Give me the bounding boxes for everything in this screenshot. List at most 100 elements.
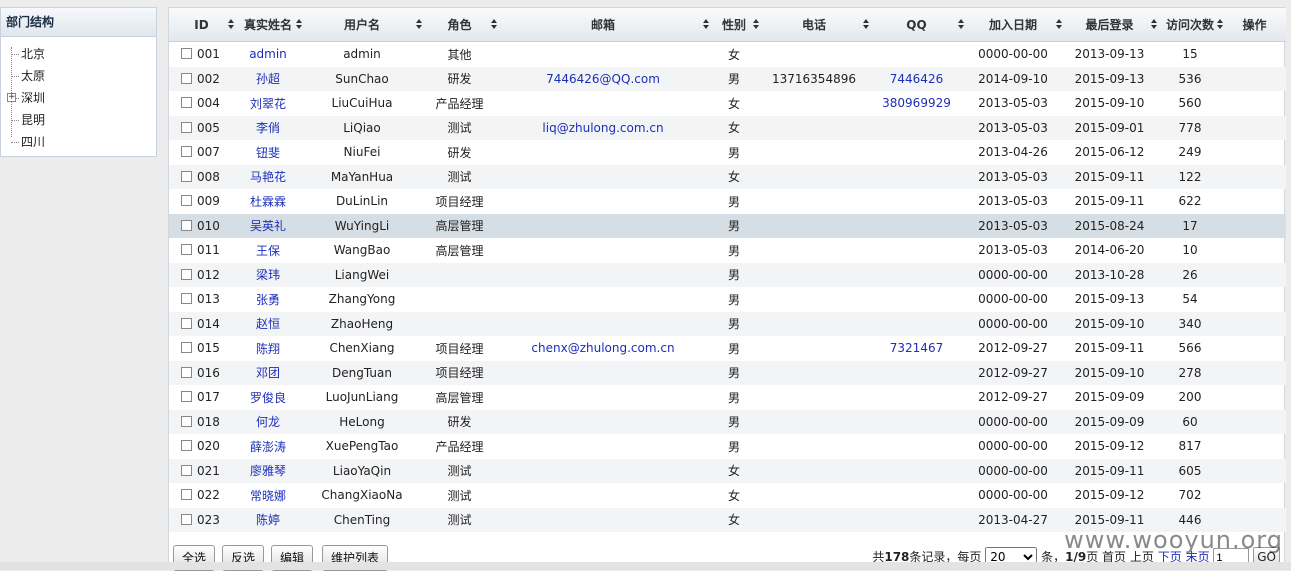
cell-name[interactable]: 吴英礼 bbox=[234, 213, 302, 238]
table-row[interactable]: 008 马艳花 MaYanHua 测试 女 2013-05-03 2015-09-11 122 bbox=[169, 164, 1286, 189]
cell-qq[interactable] bbox=[869, 115, 964, 140]
tree-item[interactable]: 北京 bbox=[11, 43, 156, 65]
table-row[interactable]: 020 薛澎涛 XuePengTao 产品经理 男 0000-00-00 2015-09-1… bbox=[169, 434, 1286, 459]
cell-name-text[interactable]: 陈翔 bbox=[256, 342, 280, 356]
cell-qq[interactable]: 380969929 bbox=[869, 91, 964, 116]
row-checkbox[interactable] bbox=[181, 366, 192, 378]
cell-name[interactable]: 杜霖霖 bbox=[234, 189, 302, 214]
cell-email[interactable]: liq@zhulong.com.cn bbox=[497, 115, 709, 140]
cell-email[interactable] bbox=[497, 507, 709, 532]
row-checkbox[interactable] bbox=[181, 317, 192, 329]
cell-name[interactable]: 梁玮 bbox=[234, 262, 302, 287]
cell-email[interactable] bbox=[497, 434, 709, 459]
cell-qq[interactable] bbox=[869, 164, 964, 189]
cell-name[interactable]: 邓团 bbox=[234, 360, 302, 385]
row-checkbox[interactable] bbox=[181, 342, 192, 354]
cell-name[interactable]: 陈婷 bbox=[234, 507, 302, 532]
cell-name-text[interactable]: 杜霖霖 bbox=[250, 195, 286, 209]
cell-qq[interactable] bbox=[869, 238, 964, 263]
row-checkbox[interactable] bbox=[181, 513, 192, 525]
row-checkbox[interactable] bbox=[181, 464, 192, 476]
table-row[interactable]: 021 廖雅琴 LiaoYaQin 测试 女 0000-00-00 2015-09-11 60… bbox=[169, 458, 1286, 483]
cell-name-text[interactable]: 孙超 bbox=[256, 72, 280, 86]
cell-email[interactable] bbox=[497, 91, 709, 116]
row-checkbox[interactable] bbox=[181, 440, 192, 452]
table-row[interactable]: 012 梁玮 LiangWei 男 0000-00-00 2013-10-28 26 bbox=[169, 262, 1286, 287]
cell-name[interactable]: 王保 bbox=[234, 238, 302, 263]
cell-email[interactable] bbox=[497, 262, 709, 287]
cell-email[interactable] bbox=[497, 483, 709, 508]
column-header[interactable]: 用户名 bbox=[302, 8, 422, 42]
tree-item[interactable]: 太原 bbox=[11, 65, 156, 87]
cell-qq[interactable]: 7446426 bbox=[869, 66, 964, 91]
table-row[interactable]: 004 刘翠花 LiuCuiHua 产品经理 女 380969929 2013-05-03 2… bbox=[169, 91, 1286, 116]
cell-qq[interactable] bbox=[869, 409, 964, 434]
cell-name-text[interactable]: 常晓娜 bbox=[250, 489, 286, 503]
cell-name[interactable]: 张勇 bbox=[234, 287, 302, 312]
row-checkbox[interactable] bbox=[181, 121, 192, 133]
cell-email[interactable] bbox=[497, 409, 709, 434]
cell-qq[interactable] bbox=[869, 287, 964, 312]
column-header[interactable]: 真实姓名 bbox=[234, 8, 302, 42]
cell-name[interactable]: admin bbox=[234, 42, 302, 67]
table-row[interactable]: 016 邓团 DengTuan 项目经理 男 2012-09-27 2015-09-10 27… bbox=[169, 360, 1286, 385]
cell-qq-text[interactable]: 7446426 bbox=[890, 72, 943, 86]
cell-email[interactable] bbox=[497, 42, 709, 67]
cell-email-text[interactable]: liq@zhulong.com.cn bbox=[542, 121, 663, 135]
cell-name[interactable]: 陈翔 bbox=[234, 336, 302, 361]
cell-qq[interactable] bbox=[869, 385, 964, 410]
cell-name-text[interactable]: 王保 bbox=[256, 244, 280, 258]
table-row[interactable]: 014 赵恒 ZhaoHeng 男 0000-00-00 2015-09-10 340 bbox=[169, 311, 1286, 336]
cell-qq[interactable] bbox=[869, 140, 964, 165]
column-header[interactable]: 性别 bbox=[709, 8, 759, 42]
cell-name[interactable]: 常晓娜 bbox=[234, 483, 302, 508]
cell-name[interactable]: 何龙 bbox=[234, 409, 302, 434]
table-row[interactable]: 007 钮斐 NiuFei 研发 男 2013-04-26 2015-06-12 249 bbox=[169, 140, 1286, 165]
table-row[interactable]: 015 陈翔 ChenXiang 项目经理 chenx@zhulong.com.cn 男 7… bbox=[169, 336, 1286, 361]
cell-name[interactable]: 刘翠花 bbox=[234, 91, 302, 116]
table-row[interactable]: 022 常晓娜 ChangXiaoNa 测试 女 0000-00-00 2015-09-12… bbox=[169, 483, 1286, 508]
cell-name-text[interactable]: 李俏 bbox=[256, 121, 280, 135]
cell-qq[interactable] bbox=[869, 458, 964, 483]
tree-item[interactable]: + 深圳 bbox=[7, 87, 156, 109]
table-row[interactable]: 013 张勇 ZhangYong 男 0000-00-00 2015-09-13 54 bbox=[169, 287, 1286, 312]
cell-name-text[interactable]: 薛澎涛 bbox=[250, 440, 286, 454]
cell-name-text[interactable]: 廖雅琴 bbox=[250, 464, 286, 478]
table-row[interactable]: 017 罗俊良 LuoJunLiang 高层管理 男 2012-09-27 2015-09-… bbox=[169, 385, 1286, 410]
cell-name[interactable]: 李俏 bbox=[234, 115, 302, 140]
cell-qq[interactable] bbox=[869, 507, 964, 532]
table-row[interactable]: 005 李俏 LiQiao 测试 liq@zhulong.com.cn 女 2013-05-… bbox=[169, 115, 1286, 140]
cell-name[interactable]: 钮斐 bbox=[234, 140, 302, 165]
cell-email[interactable]: chenx@zhulong.com.cn bbox=[497, 336, 709, 361]
row-checkbox[interactable] bbox=[181, 391, 192, 403]
cell-email[interactable] bbox=[497, 238, 709, 263]
cell-name-text[interactable]: 罗俊良 bbox=[250, 391, 286, 405]
expand-plus-icon[interactable]: + bbox=[7, 93, 16, 102]
row-checkbox[interactable] bbox=[181, 97, 192, 109]
cell-name-text[interactable]: admin bbox=[249, 47, 287, 61]
column-header[interactable]: 角色 bbox=[422, 8, 497, 42]
cell-email-text[interactable]: chenx@zhulong.com.cn bbox=[531, 341, 674, 355]
cell-qq[interactable] bbox=[869, 42, 964, 67]
column-header[interactable]: QQ bbox=[869, 8, 964, 42]
cell-qq-text[interactable]: 7321467 bbox=[890, 341, 943, 355]
column-header[interactable]: 电话 bbox=[759, 8, 869, 42]
row-checkbox[interactable] bbox=[181, 244, 192, 256]
cell-qq[interactable] bbox=[869, 262, 964, 287]
row-checkbox[interactable] bbox=[181, 72, 192, 84]
row-checkbox[interactable] bbox=[181, 293, 192, 305]
row-checkbox[interactable] bbox=[181, 415, 192, 427]
cell-qq[interactable] bbox=[869, 189, 964, 214]
cell-name-text[interactable]: 吴英礼 bbox=[250, 219, 286, 233]
cell-name-text[interactable]: 邓团 bbox=[256, 366, 280, 380]
cell-email[interactable] bbox=[497, 164, 709, 189]
cell-name[interactable]: 马艳花 bbox=[234, 164, 302, 189]
cell-name-text[interactable]: 马艳花 bbox=[250, 170, 286, 184]
cell-qq[interactable]: 7321467 bbox=[869, 336, 964, 361]
cell-email[interactable] bbox=[497, 360, 709, 385]
cell-email[interactable]: 7446426@QQ.com bbox=[497, 66, 709, 91]
cell-name-text[interactable]: 张勇 bbox=[256, 293, 280, 307]
column-header[interactable]: 邮箱 bbox=[497, 8, 709, 42]
cell-email[interactable] bbox=[497, 213, 709, 238]
table-row[interactable]: 002 孙超 SunChao 研发 7446426@QQ.com 男 13716354896… bbox=[169, 66, 1286, 91]
